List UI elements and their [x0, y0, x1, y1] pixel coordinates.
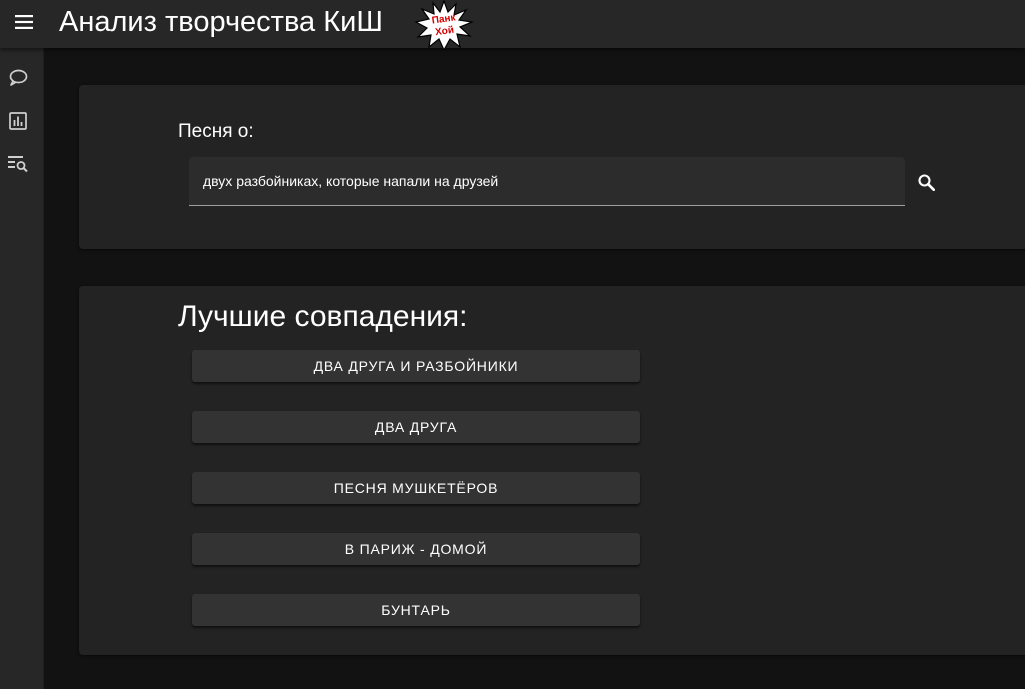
menu-button[interactable] [10, 8, 38, 36]
search-input[interactable] [189, 157, 905, 205]
app-title: Анализ творчества КиШ [59, 6, 383, 38]
manage-search-icon [8, 156, 28, 173]
list-item: Песня мушкетёров [192, 472, 640, 504]
list-item: Два друга и разбойники [192, 350, 640, 382]
search-field [189, 157, 905, 206]
sidebar-item-chat[interactable] [5, 65, 31, 91]
result-button[interactable]: Песня мушкетёров [192, 472, 640, 504]
result-button[interactable]: Два друга [192, 411, 640, 443]
results-list: Два друга и разбойники Два друга Песня м… [192, 350, 640, 655]
search-icon [917, 173, 935, 191]
sidebar-item-search[interactable] [5, 151, 31, 177]
chat-bubble-icon [9, 69, 28, 86]
list-item: В Париж - домой [192, 533, 640, 565]
search-card: Песня о: [79, 85, 1025, 249]
search-button[interactable] [912, 168, 940, 196]
list-item: Бунтарь [192, 594, 640, 626]
list-item: Два друга [192, 411, 640, 443]
app-bar: Анализ творчества КиШ Панк Хой [0, 0, 1025, 52]
main-content: Песня о: Лучшие совпадения: Два друга и … [44, 48, 1025, 689]
result-button[interactable]: Бунтарь [192, 594, 640, 626]
sidebar-item-statistics[interactable] [5, 108, 31, 134]
side-navigation [0, 48, 44, 689]
menu-icon [15, 15, 33, 29]
results-card: Лучшие совпадения: Два друга и разбойник… [79, 286, 1025, 655]
bar-chart-icon [9, 112, 27, 130]
search-label: Песня о: [178, 121, 254, 142]
result-button[interactable]: Два друга и разбойники [192, 350, 640, 382]
punk-hoi-logo: Панк Хой [414, 0, 475, 52]
result-button[interactable]: В Париж - домой [192, 533, 640, 565]
results-title: Лучшие совпадения: [178, 300, 468, 333]
